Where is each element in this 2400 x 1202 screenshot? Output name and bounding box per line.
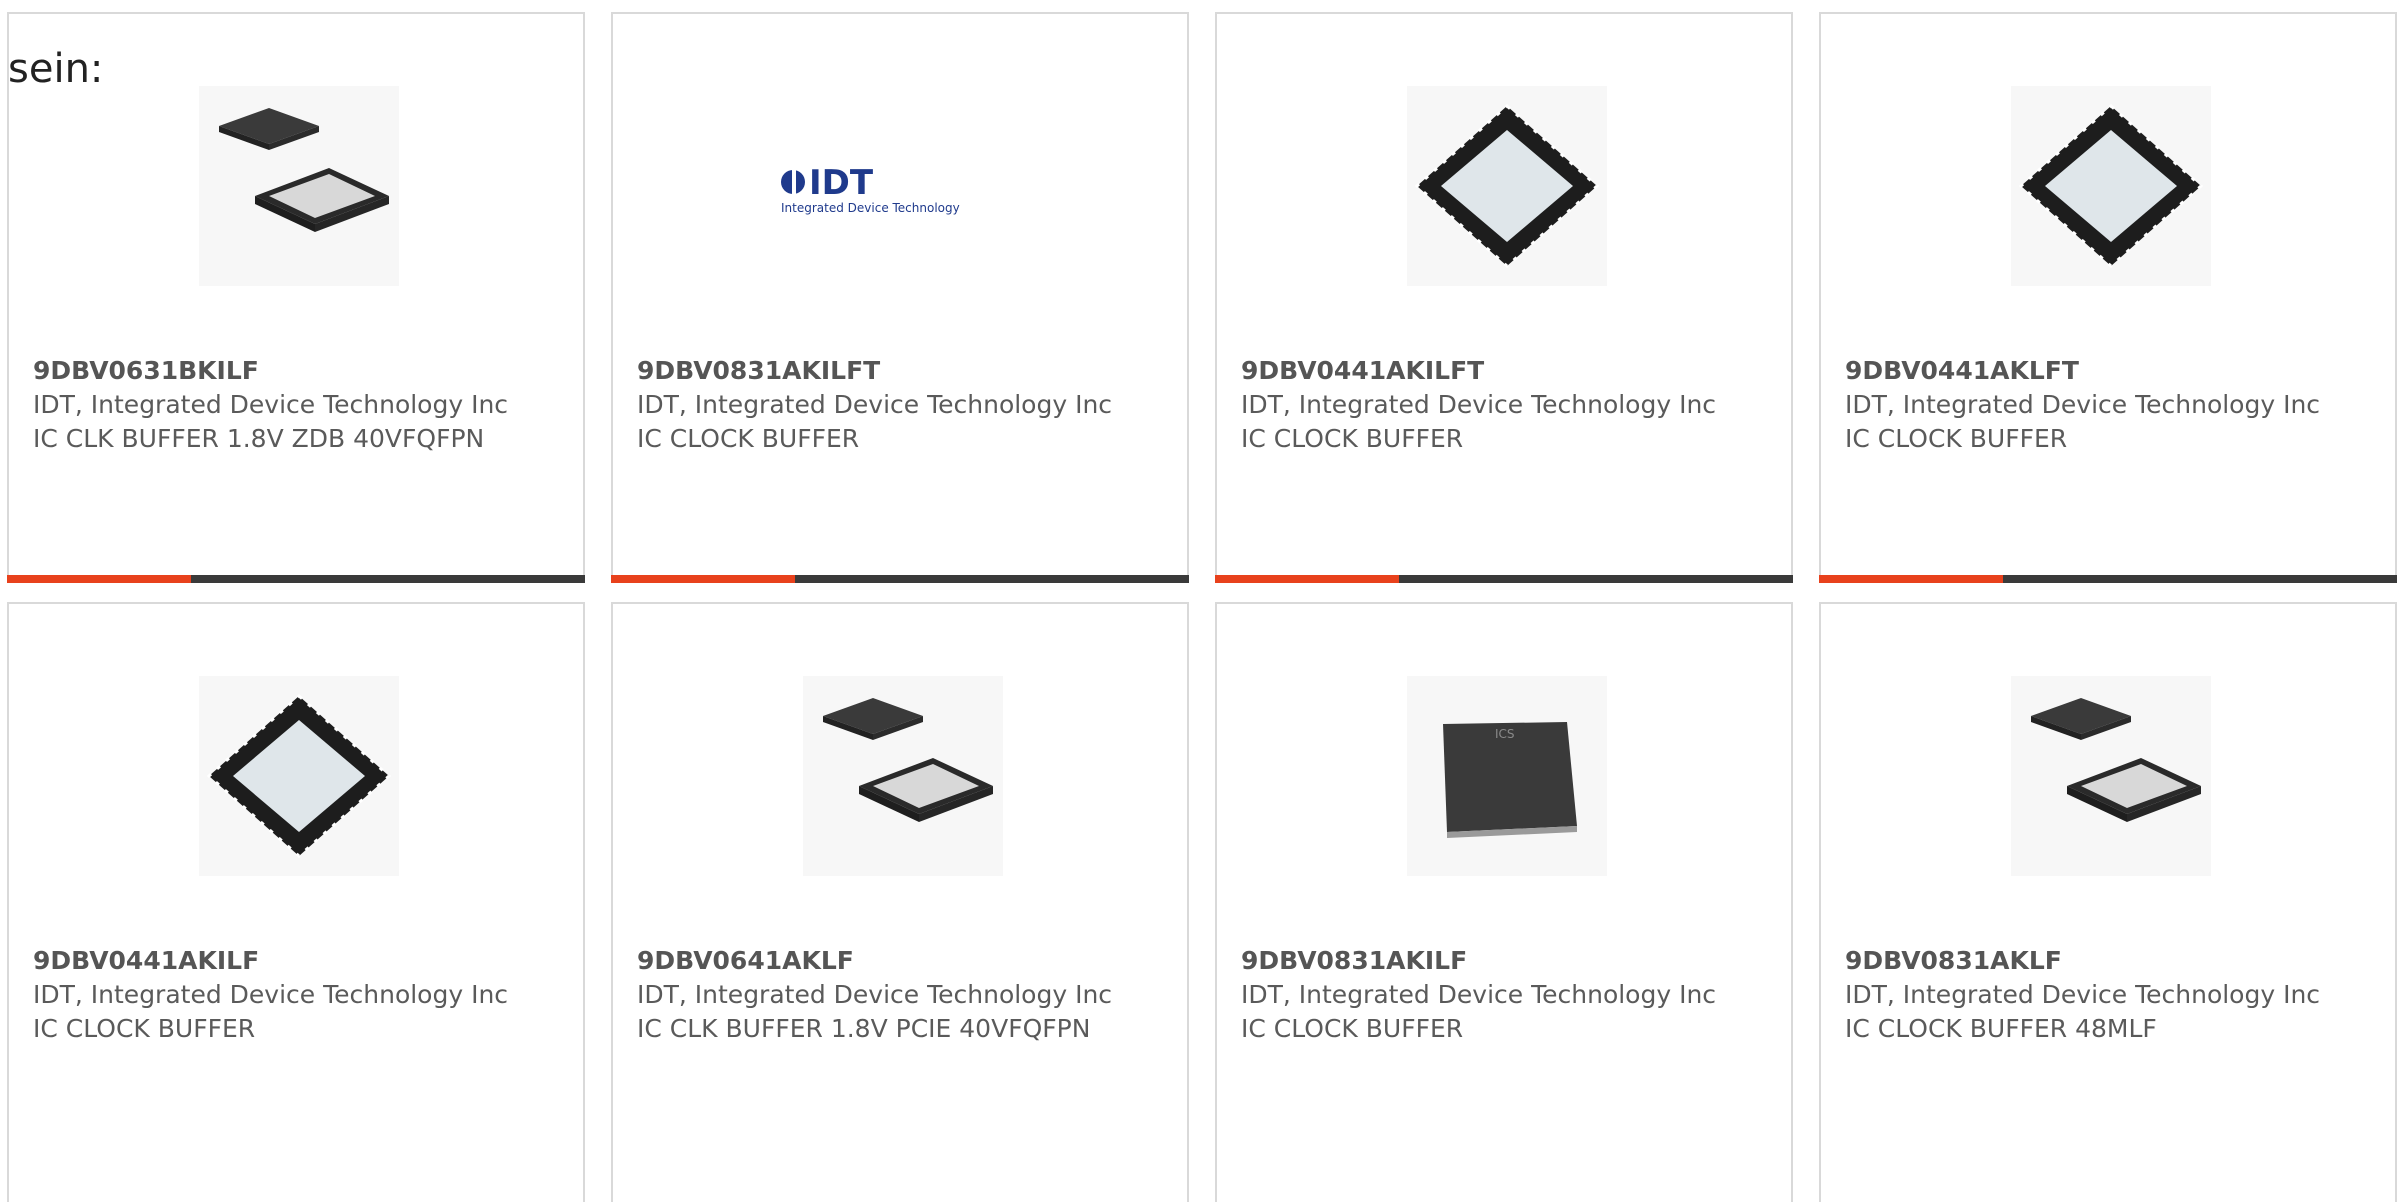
chip-ics-icon[interactable]: ICS (1407, 676, 1607, 876)
manufacturer: IDT, Integrated Device Technology Inc (637, 980, 1113, 1009)
product-grid: 9DBV0631BKILF IDT, Integrated Device Tec… (7, 12, 2400, 1202)
product-card[interactable]: ICS 9DBV0831AKILF IDT, Integrated Device… (1215, 602, 1793, 1202)
card-bottom-bar (1215, 575, 1793, 583)
part-number[interactable]: 9DBV0441AKLFT (1845, 354, 2325, 388)
description: IC CLK BUFFER 1.8V PCIE 40VFQFPN (637, 1014, 1091, 1043)
card-accent (1819, 575, 2003, 583)
card-accent (1215, 575, 1399, 583)
product-card[interactable]: 9DBV0631BKILF IDT, Integrated Device Tec… (7, 12, 585, 583)
card-accent (7, 575, 191, 583)
part-number[interactable]: 9DBV0631BKILF (33, 354, 513, 388)
idt-logo-icon[interactable]: IDT Integrated Device Technology (773, 86, 1033, 286)
product-card[interactable]: 9DBV0441AKLFT IDT, Integrated Device Tec… (1819, 12, 2397, 583)
manufacturer: IDT, Integrated Device Technology Inc (1845, 390, 2321, 419)
description: IC CLK BUFFER 1.8V ZDB 40VFQFPN (33, 424, 485, 453)
part-number[interactable]: 9DBV0831AKILFT (637, 354, 1117, 388)
part-number[interactable]: 9DBV0441AKILF (33, 944, 513, 978)
chip-exploded-icon[interactable] (2011, 676, 2211, 876)
description: IC CLOCK BUFFER (1241, 424, 1464, 453)
product-card[interactable]: 9DBV0441AKILFT IDT, Integrated Device Te… (1215, 12, 1793, 583)
product-info: 9DBV0831AKILFT IDT, Integrated Device Te… (637, 354, 1117, 456)
manufacturer: IDT, Integrated Device Technology Inc (33, 390, 509, 419)
part-number[interactable]: 9DBV0831AKLF (1845, 944, 2325, 978)
logo-text: IDT (809, 163, 874, 203)
product-info: 9DBV0641AKLF IDT, Integrated Device Tech… (637, 944, 1117, 1046)
manufacturer: IDT, Integrated Device Technology Inc (637, 390, 1113, 419)
description: IC CLOCK BUFFER (637, 424, 860, 453)
description: IC CLOCK BUFFER (1845, 424, 2068, 453)
card-accent (611, 575, 795, 583)
card-bottom-bar (611, 575, 1189, 583)
product-info: 9DBV0441AKILF IDT, Integrated Device Tec… (33, 944, 513, 1046)
product-info: 9DBV0631BKILF IDT, Integrated Device Tec… (33, 354, 513, 456)
card-bottom-bar (7, 575, 585, 583)
product-info: 9DBV0831AKLF IDT, Integrated Device Tech… (1845, 944, 2325, 1046)
manufacturer: IDT, Integrated Device Technology Inc (33, 980, 509, 1009)
manufacturer: IDT, Integrated Device Technology Inc (1241, 980, 1717, 1009)
chip-qfn-icon[interactable] (1407, 86, 1607, 286)
chip-qfn-icon[interactable] (199, 676, 399, 876)
card-bottom-bar (1819, 575, 2397, 583)
logo-subtext: Integrated Device Technology (781, 201, 960, 215)
product-info: 9DBV0441AKLFT IDT, Integrated Device Tec… (1845, 354, 2325, 456)
product-card[interactable]: 9DBV0441AKILF IDT, Integrated Device Tec… (7, 602, 585, 1202)
product-card[interactable]: 9DBV0641AKLF IDT, Integrated Device Tech… (611, 602, 1189, 1202)
intro-text: sein: (8, 46, 104, 92)
chip-marking: ICS (1495, 727, 1515, 741)
chip-exploded-icon[interactable] (199, 86, 399, 286)
manufacturer: IDT, Integrated Device Technology Inc (1241, 390, 1717, 419)
part-number[interactable]: 9DBV0441AKILFT (1241, 354, 1721, 388)
part-number[interactable]: 9DBV0831AKILF (1241, 944, 1721, 978)
manufacturer: IDT, Integrated Device Technology Inc (1845, 980, 2321, 1009)
part-number[interactable]: 9DBV0641AKLF (637, 944, 1117, 978)
description: IC CLOCK BUFFER 48MLF (1845, 1014, 2157, 1043)
description: IC CLOCK BUFFER (1241, 1014, 1464, 1043)
chip-qfn-icon[interactable] (2011, 86, 2211, 286)
description: IC CLOCK BUFFER (33, 1014, 256, 1043)
product-info: 9DBV0831AKILF IDT, Integrated Device Tec… (1241, 944, 1721, 1046)
product-card[interactable]: 9DBV0831AKLF IDT, Integrated Device Tech… (1819, 602, 2397, 1202)
product-card[interactable]: IDT Integrated Device Technology 9DBV083… (611, 12, 1189, 583)
chip-exploded-icon[interactable] (803, 676, 1003, 876)
product-info: 9DBV0441AKILFT IDT, Integrated Device Te… (1241, 354, 1721, 456)
